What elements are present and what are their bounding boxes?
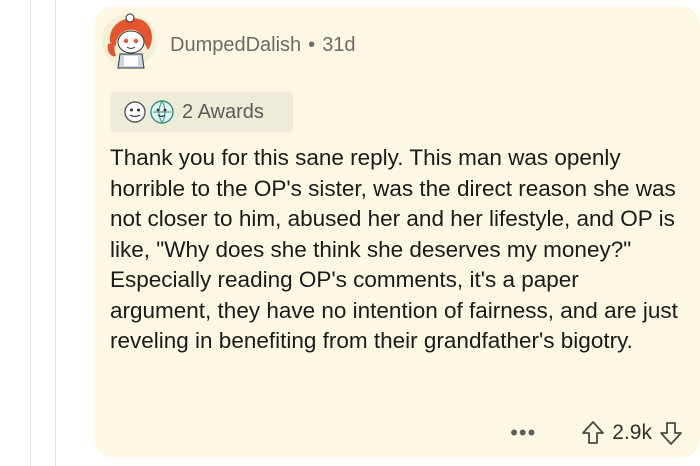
author-name[interactable]: DumpedDalish (170, 34, 301, 57)
award-icons (122, 98, 176, 126)
comment-body: Thank you for this sane reply. This man … (110, 145, 678, 353)
upvote-arrow-icon[interactable] (580, 420, 606, 446)
award-globe-icon (148, 98, 176, 126)
downvote-arrow-icon[interactable] (658, 420, 684, 446)
thread-line-1 (30, 0, 31, 466)
comment-age[interactable]: 31d (322, 34, 355, 57)
more-options-icon[interactable]: ••• (510, 422, 536, 444)
snoo-avatar-icon[interactable] (100, 12, 158, 70)
thread-line-2 (55, 0, 56, 466)
awards-badge[interactable]: 2 Awards (110, 92, 293, 132)
awards-count-label: 2 Awards (182, 100, 264, 123)
meta-separator: • (308, 34, 316, 56)
vote-controls: 2.9k (580, 420, 684, 446)
award-face-icon (122, 99, 148, 125)
comment-footer: ••• 2.9k (510, 420, 684, 446)
comment-header: DumpedDalish • 31d (170, 34, 356, 57)
vote-score: 2.9k (612, 421, 652, 444)
